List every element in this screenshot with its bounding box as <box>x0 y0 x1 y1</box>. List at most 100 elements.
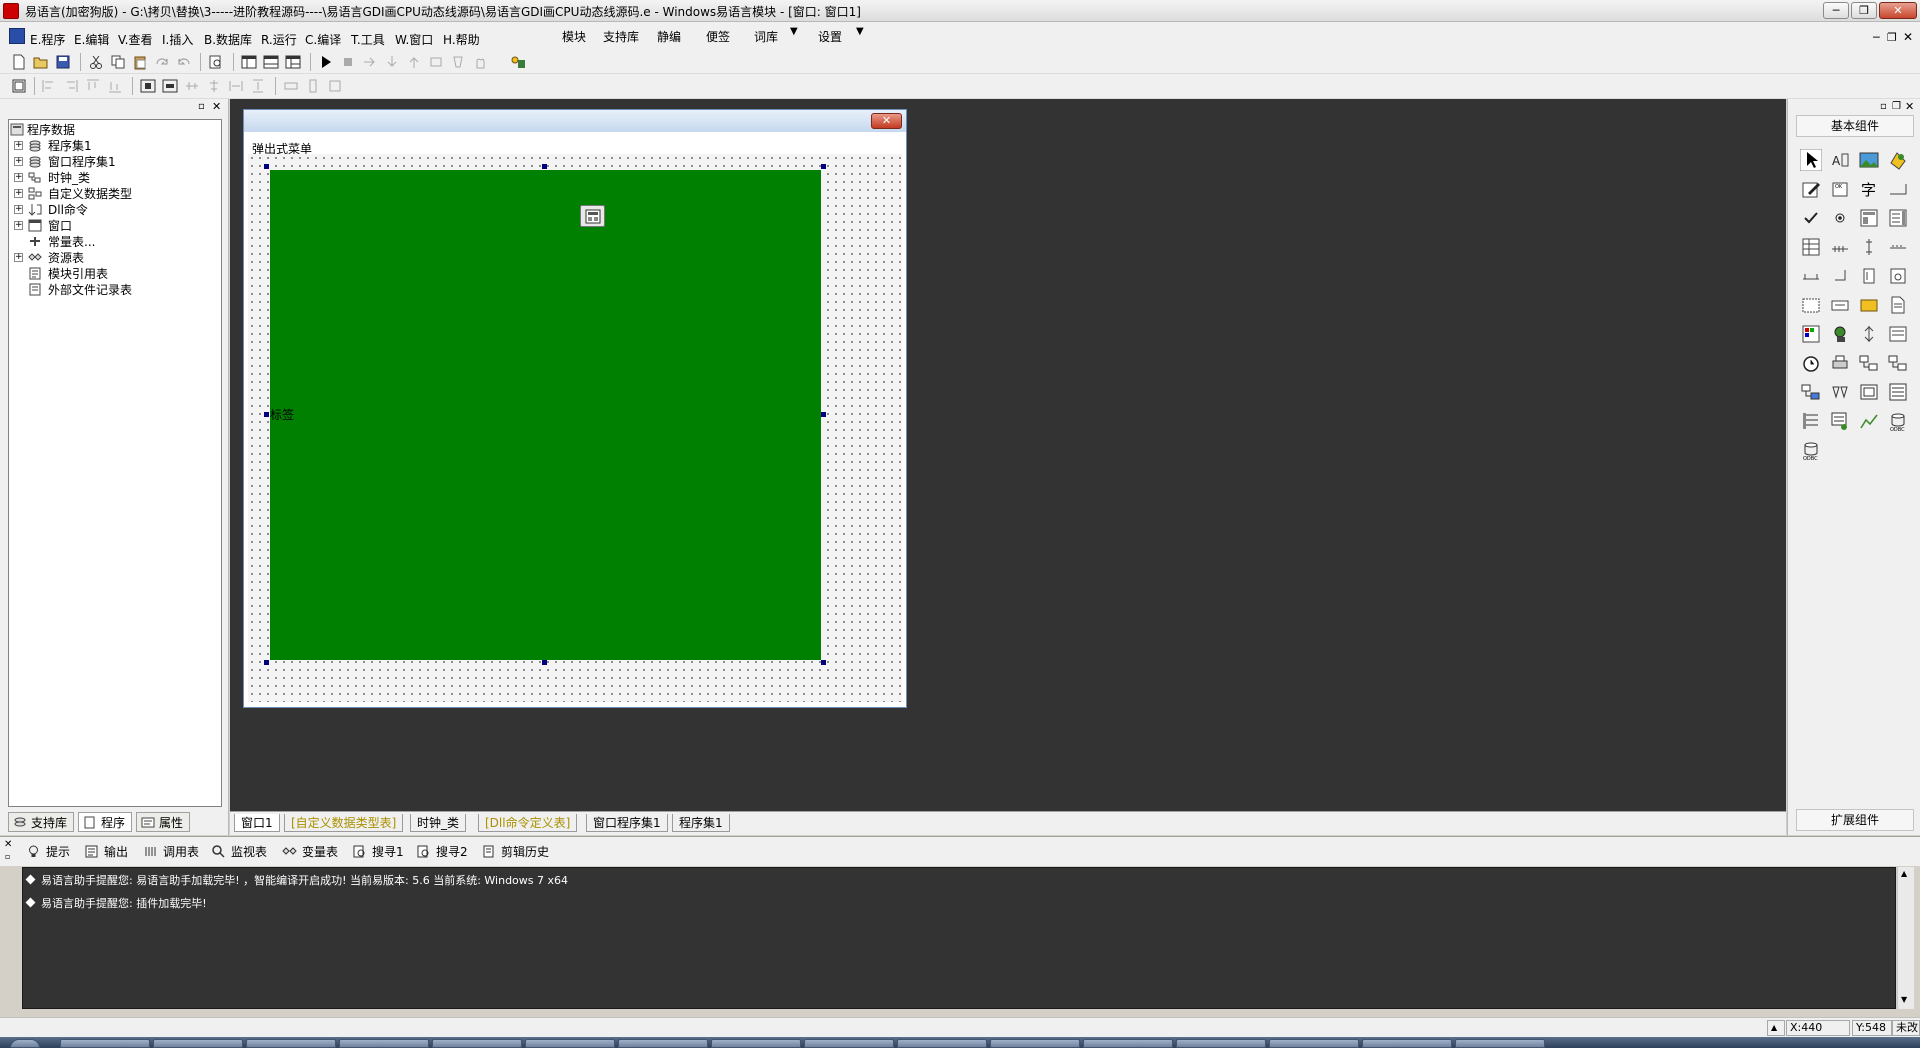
slider-vertical-icon[interactable] <box>1829 265 1851 287</box>
taskbar-item[interactable] <box>339 1039 429 1048</box>
taskbar-item[interactable] <box>1362 1039 1452 1048</box>
align-bottom-icon[interactable] <box>107 78 123 94</box>
resize-handle-sw[interactable] <box>264 660 269 665</box>
save-icon[interactable] <box>55 54 71 70</box>
menu-static-compile[interactable]: 静编 <box>657 28 681 45</box>
toolbar-component-icon[interactable] <box>1887 381 1909 403</box>
doc-tab-window1[interactable]: 窗口1 <box>234 814 280 832</box>
menu-database[interactable]: B.数据库 <box>204 31 252 48</box>
taskbar-item[interactable] <box>897 1039 987 1048</box>
text-component-icon[interactable]: 字 <box>1858 178 1880 200</box>
resize-handle-s[interactable] <box>542 660 547 665</box>
run-to-cursor-icon[interactable] <box>428 54 444 70</box>
taskbar-item[interactable] <box>60 1039 150 1048</box>
label-component-icon[interactable]: A <box>1829 149 1851 171</box>
app-menu-icon[interactable] <box>9 28 25 44</box>
clock-timer-icon[interactable] <box>1800 352 1822 374</box>
hand-icon[interactable] <box>472 54 488 70</box>
taskbar-item[interactable] <box>1083 1039 1173 1048</box>
panel-close-icon[interactable]: ✕ <box>1905 100 1914 113</box>
database-provider-icon[interactable] <box>1800 381 1822 403</box>
redo-icon[interactable] <box>154 54 170 70</box>
close-button[interactable]: ✕ <box>1879 2 1917 19</box>
tab-watch[interactable]: 监视表 <box>209 843 267 861</box>
tab-hint[interactable]: 提示 <box>24 843 70 861</box>
taskbar-item[interactable] <box>618 1039 708 1048</box>
start-button[interactable] <box>10 1039 40 1048</box>
taskbar-item[interactable] <box>525 1039 615 1048</box>
extended-components-header[interactable]: 扩展组件 <box>1796 809 1914 831</box>
paste-icon[interactable] <box>132 54 148 70</box>
doc-tab-window-assembly1[interactable]: 窗口程序集1 <box>586 814 668 832</box>
menu-module[interactable]: 模块 <box>562 28 586 45</box>
restore-button[interactable]: ❐ <box>1851 2 1877 19</box>
taskbar-item[interactable] <box>153 1039 243 1048</box>
mdi-restore-icon[interactable]: ❐ <box>1887 31 1897 44</box>
expand-icon[interactable]: + <box>14 253 23 262</box>
green-label-component[interactable] <box>270 170 821 660</box>
expand-icon[interactable]: + <box>14 221 23 230</box>
open-file-icon[interactable] <box>33 54 49 70</box>
tab-program[interactable]: 程序 <box>78 812 132 832</box>
resize-handle-nw[interactable] <box>264 164 269 169</box>
doc-tab-assembly1[interactable]: 程序集1 <box>672 814 730 832</box>
shape-box-icon[interactable] <box>1887 149 1909 171</box>
align-right-icon[interactable] <box>63 78 79 94</box>
printer-icon[interactable] <box>1829 352 1851 374</box>
file-box-icon[interactable] <box>1887 294 1909 316</box>
checkbox-icon[interactable] <box>1800 207 1822 229</box>
taskbar-item[interactable] <box>432 1039 522 1048</box>
align-top-icon[interactable] <box>85 78 101 94</box>
picture-box-icon[interactable] <box>1858 149 1880 171</box>
menu-help[interactable]: H.帮助 <box>443 31 480 48</box>
resize-handle-se[interactable] <box>821 660 826 665</box>
thesaurus-dropdown-icon[interactable]: ▼ <box>790 26 798 37</box>
tab-output[interactable]: 输出 <box>82 843 128 861</box>
cut-icon[interactable] <box>88 54 104 70</box>
menu-compile[interactable]: C.编译 <box>305 31 341 48</box>
expand-icon[interactable]: + <box>14 141 23 150</box>
table-component-icon[interactable] <box>1800 236 1822 258</box>
expand-icon[interactable]: + <box>14 205 23 214</box>
panel-component-icon[interactable] <box>1858 381 1880 403</box>
tab-search1[interactable]: 搜寻1 <box>350 843 404 861</box>
step-out-icon[interactable] <box>406 54 422 70</box>
data-provider-icon[interactable] <box>1887 352 1909 374</box>
center-vertical-icon[interactable] <box>162 78 178 94</box>
drive-box-icon[interactable] <box>1829 294 1851 316</box>
adjuster-icon[interactable] <box>1858 323 1880 345</box>
settings-dropdown-icon[interactable]: ▼ <box>856 26 864 37</box>
space-vertical-icon[interactable] <box>250 78 266 94</box>
taskbar-item[interactable] <box>1269 1039 1359 1048</box>
taskbar-item[interactable] <box>1455 1039 1545 1048</box>
vertical-scroll-icon[interactable] <box>1858 236 1880 258</box>
output-scrollbar[interactable]: ▲ ▼ <box>1897 867 1914 1009</box>
tab-variables[interactable]: 变量表 <box>280 843 338 861</box>
align-center-icon[interactable] <box>206 78 222 94</box>
progress-bar-icon[interactable] <box>1887 236 1909 258</box>
db-connection-icon[interactable] <box>1829 410 1851 432</box>
step-into-icon[interactable] <box>384 54 400 70</box>
breakpoint-icon[interactable] <box>450 54 466 70</box>
group-box-icon[interactable] <box>1858 207 1880 229</box>
resize-handle-n[interactable] <box>542 164 547 169</box>
hyperlink-icon[interactable] <box>1829 323 1851 345</box>
taskbar-item[interactable] <box>246 1039 336 1048</box>
menu-window[interactable]: W.窗口 <box>395 31 433 48</box>
menu-tools[interactable]: T.工具 <box>351 31 385 48</box>
tab-search2[interactable]: 搜寻2 <box>414 843 468 861</box>
menu-insert[interactable]: I.插入 <box>162 31 193 48</box>
expand-icon[interactable]: + <box>14 189 23 198</box>
copy-icon[interactable] <box>110 54 126 70</box>
tab-control-icon[interactable] <box>1887 265 1909 287</box>
new-file-icon[interactable] <box>11 54 27 70</box>
scrollbar-component-icon[interactable] <box>1829 236 1851 258</box>
chart-component-icon[interactable] <box>1858 410 1880 432</box>
align-left-icon[interactable] <box>41 78 57 94</box>
doc-tab-clock-class[interactable]: 时钟_类 <box>410 814 467 832</box>
menu-sticky-note[interactable]: 便签 <box>706 28 730 45</box>
undo-icon[interactable] <box>176 54 192 70</box>
component-wizard-icon[interactable] <box>510 54 526 70</box>
radio-button-icon[interactable] <box>1829 207 1851 229</box>
pointer-tool-icon[interactable] <box>1800 149 1822 171</box>
